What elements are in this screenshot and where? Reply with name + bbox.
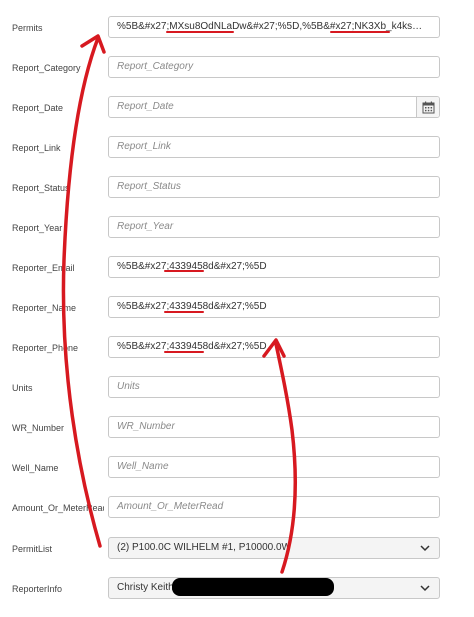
form-row-reporter-name: Reporter_Name %5B&#x27;4339458d&#x27;%5D: [0, 296, 474, 336]
form-row-reporter-email: Reporter_Email %5B&#x27;4339458d&#x27;%5…: [0, 256, 474, 296]
form-row-report-date: Report_Date Report_Date: [0, 96, 474, 136]
form-row-report-link: Report_Link Report_Link: [0, 136, 474, 176]
form-row-permitlist: PermitList (2) P100.0C WILHELM #1, P1000…: [0, 537, 474, 577]
units-label: Units: [12, 383, 33, 393]
reporterinfo-label: ReporterInfo: [12, 584, 63, 594]
form-row-well-name: Well_Name Well_Name: [0, 456, 474, 496]
amount-or-meterread-input[interactable]: Amount_Or_MeterRead: [108, 496, 440, 518]
report-category-input[interactable]: Report_Category: [108, 56, 440, 78]
amount-or-meterread-label: Amount_Or_MeterRead: [12, 503, 104, 513]
form-row-units: Units Units: [0, 376, 474, 416]
report-link-label: Report_Link: [12, 143, 61, 153]
chevron-down-icon: [420, 545, 430, 552]
permitlist-select[interactable]: (2) P100.0C WILHELM #1, P10000.0W: [108, 537, 440, 559]
report-date-placeholder: Report_Date: [117, 101, 174, 112]
report-year-label: Report_Year: [12, 223, 63, 233]
permitlist-label: PermitList: [12, 544, 53, 554]
form-row-amount-or-meterread: Amount_Or_MeterRead Amount_Or_MeterRead: [0, 496, 474, 536]
annotation-underline: [330, 31, 390, 33]
form-row-wr-number: WR_Number WR_Number: [0, 416, 474, 456]
permitlist-value: (2) P100.0C WILHELM #1, P10000.0W: [117, 542, 291, 553]
annotation-underline: [164, 311, 204, 313]
report-date-input[interactable]: Report_Date: [108, 96, 440, 118]
redaction-box: [172, 578, 334, 596]
form-row-reporter-phone: Reporter_Phone %5B&#x27;4339458d&#x27;%5…: [0, 336, 474, 376]
units-input[interactable]: Units: [108, 376, 440, 398]
wr-number-input[interactable]: WR_Number: [108, 416, 440, 438]
form-row-report-status: Report_Status Report_Status: [0, 176, 474, 216]
permits-input[interactable]: %5B&#x27;MXsu8OdNLaDw&#x27;%5D,%5B&#x27;…: [108, 16, 440, 38]
annotation-underline: [164, 270, 204, 272]
reporterinfo-value: Christy Keith: [117, 582, 174, 593]
calendar-icon: [422, 101, 434, 113]
chevron-down-icon: [420, 585, 430, 592]
report-link-input[interactable]: Report_Link: [108, 136, 440, 158]
form-row-permits: Permits %5B&#x27;MXsu8OdNLaDw&#x27;%5D,%…: [0, 16, 474, 56]
report-status-input[interactable]: Report_Status: [108, 176, 440, 198]
wr-number-label: WR_Number: [12, 423, 65, 433]
report-year-input[interactable]: Report_Year: [108, 216, 440, 238]
reporter-phone-input[interactable]: %5B&#x27;4339458d&#x27;%5D: [108, 336, 440, 358]
reporter-phone-label: Reporter_Phone: [12, 343, 79, 353]
report-date-label: Report_Date: [12, 103, 64, 113]
well-name-label: Well_Name: [12, 463, 59, 473]
report-status-label: Report_Status: [12, 183, 70, 193]
calendar-button[interactable]: [416, 97, 439, 117]
report-category-label: Report_Category: [12, 63, 81, 73]
reporter-name-label: Reporter_Name: [12, 303, 77, 313]
reporter-email-label: Reporter_Email: [12, 263, 75, 273]
reporter-email-input[interactable]: %5B&#x27;4339458d&#x27;%5D: [108, 256, 440, 278]
form-row-report-year: Report_Year Report_Year: [0, 216, 474, 256]
permits-label: Permits: [12, 23, 43, 33]
reporter-name-input[interactable]: %5B&#x27;4339458d&#x27;%5D: [108, 296, 440, 318]
annotation-underline: [166, 31, 234, 33]
well-name-input[interactable]: Well_Name: [108, 456, 440, 478]
annotation-underline: [164, 351, 204, 353]
form-row-report-category: Report_Category Report_Category: [0, 56, 474, 96]
